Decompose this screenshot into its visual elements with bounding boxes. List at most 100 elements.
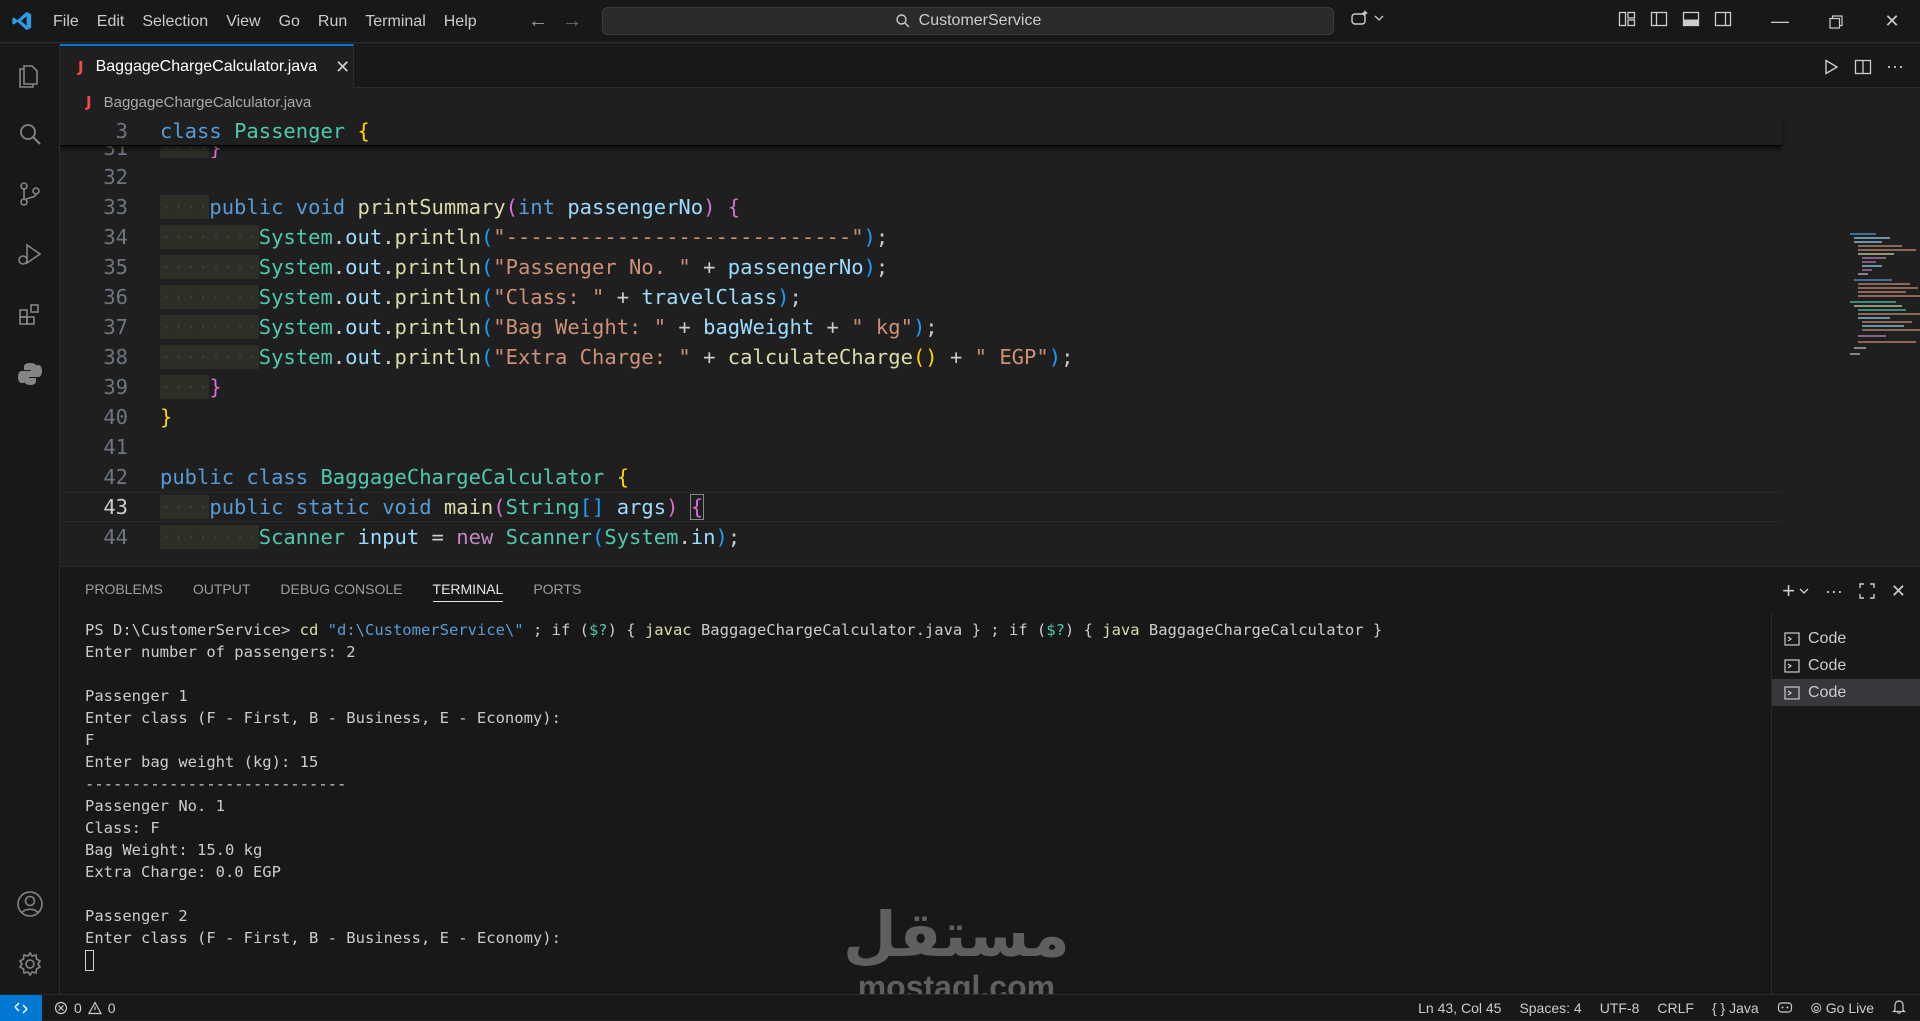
panel-actions: + ··· ✕	[1782, 578, 1906, 604]
terminal-line: Extra Charge: 0.0 EGP	[85, 863, 281, 881]
terminal-icon	[1784, 658, 1800, 673]
code-line-37[interactable]: 37 ········System.out.println("Bag Weigh…	[60, 312, 1782, 342]
navigation-arrows: ← →	[528, 0, 582, 43]
maximize-panel-icon[interactable]	[1859, 583, 1875, 599]
toggle-secondary-sidebar-icon[interactable]	[1714, 10, 1732, 28]
menu-bar: File Edit Selection View Go Run Terminal…	[44, 0, 486, 43]
close-panel-icon[interactable]: ✕	[1891, 581, 1906, 602]
go-live-button[interactable]: ⦾ Go Live	[1811, 1000, 1874, 1017]
line-number: 35	[103, 255, 128, 279]
workspace-name: CustomerService	[918, 12, 1042, 29]
accounts-icon[interactable]	[0, 874, 60, 934]
code-line-44[interactable]: 44 ········Scanner input = new Scanner(S…	[60, 522, 1782, 552]
run-java-icon[interactable]	[1822, 58, 1840, 76]
explorer-icon[interactable]	[0, 44, 60, 104]
close-icon[interactable]: ✕	[335, 57, 350, 78]
editor-tabs: J BaggageChargeCalculator.java ✕ ···	[60, 44, 1920, 88]
error-icon	[54, 1001, 68, 1014]
toggle-panel-icon[interactable]	[1682, 10, 1700, 28]
extensions-icon[interactable]	[0, 284, 60, 344]
tab-terminal[interactable]: TERMINAL	[432, 576, 504, 602]
source-control-icon[interactable]	[0, 164, 60, 224]
code-line-36[interactable]: 36 ········System.out.println("Class: " …	[60, 282, 1782, 312]
code-line-38[interactable]: 38 ········System.out.println("Extra Cha…	[60, 342, 1782, 372]
minimize-icon[interactable]: —	[1752, 0, 1808, 43]
run-and-debug-icon[interactable]	[0, 224, 60, 284]
code-line-35[interactable]: 35 ········System.out.println("Passenger…	[60, 252, 1782, 282]
layout-controls	[1618, 10, 1732, 28]
customize-layout-icon[interactable]	[1618, 10, 1636, 28]
breadcrumb: J BaggageChargeCalculator.java	[60, 88, 1920, 116]
code-line-41[interactable]: 41	[60, 432, 1782, 462]
python-icon[interactable]	[0, 344, 60, 404]
restore-icon[interactable]	[1808, 0, 1864, 43]
search-icon	[895, 14, 910, 28]
warning-count: 0	[107, 999, 116, 1016]
menu-selection[interactable]: Selection	[133, 0, 217, 43]
terminal-line: Bag Weight: 15.0 kg	[85, 841, 263, 859]
terminal-line: Enter number of passengers: 2	[85, 643, 356, 661]
tab-ports[interactable]: PORTS	[533, 581, 581, 597]
breadcrumb-file[interactable]: BaggageChargeCalculator.java	[104, 94, 312, 111]
back-arrow-icon[interactable]: ←	[528, 10, 548, 33]
line-number: 38	[103, 345, 128, 369]
sticky-scroll-line[interactable]: 3 class Passenger {	[60, 116, 1782, 146]
copilot-status-icon[interactable]	[1777, 1000, 1793, 1017]
command-center-search[interactable]: CustomerService	[602, 7, 1334, 35]
code-line-39[interactable]: 39 ····}	[60, 372, 1782, 402]
terminal-instance-2[interactable]: Code	[1772, 652, 1920, 679]
settings-gear-icon[interactable]	[0, 934, 60, 994]
terminal-instance-1[interactable]: Code	[1772, 625, 1920, 652]
chevron-down-icon[interactable]	[1799, 586, 1809, 596]
notifications-bell-icon[interactable]	[1892, 999, 1906, 1017]
code-line-32[interactable]: 32	[60, 162, 1782, 192]
split-editor-icon[interactable]	[1854, 58, 1872, 76]
terminal-instance-list: Code Code Code	[1771, 613, 1920, 995]
forward-arrow-icon[interactable]: →	[562, 10, 582, 33]
terminal-instance-3[interactable]: Code	[1772, 679, 1920, 706]
line-number: 43	[103, 495, 128, 519]
java-file-icon: J	[78, 58, 84, 76]
terminal-line: F	[85, 731, 95, 749]
code-line-34[interactable]: 34 ········System.out.println("---------…	[60, 222, 1782, 252]
close-window-icon[interactable]: ✕	[1864, 0, 1920, 43]
broadcast-icon: ⦾	[1810, 999, 1822, 1016]
end-of-line[interactable]: CRLF	[1657, 1000, 1694, 1016]
copilot-button[interactable]	[1350, 9, 1384, 27]
tab-problems[interactable]: PROBLEMS	[85, 581, 163, 597]
remote-indicator-icon[interactable]	[0, 994, 42, 1021]
toggle-primary-sidebar-icon[interactable]	[1650, 10, 1668, 28]
search-view-icon[interactable]	[0, 104, 60, 164]
language-mode[interactable]: { } Java	[1712, 1000, 1759, 1016]
menu-help[interactable]: Help	[435, 0, 486, 43]
menu-go[interactable]: Go	[270, 0, 309, 43]
copilot-sparkle-icon	[1351, 10, 1368, 25]
code-line-33[interactable]: 33 ····public void printSummary(int pass…	[60, 192, 1782, 222]
more-actions-icon[interactable]: ···	[1825, 581, 1843, 602]
menu-file[interactable]: File	[44, 0, 88, 43]
minimap[interactable]	[1846, 230, 1920, 360]
menu-edit[interactable]: Edit	[88, 0, 134, 43]
menu-run[interactable]: Run	[309, 0, 356, 43]
terminal-line: Enter bag weight (kg): 15	[85, 753, 319, 771]
cursor-position[interactable]: Ln 43, Col 45	[1418, 1000, 1501, 1016]
menu-terminal[interactable]: Terminal	[356, 0, 434, 43]
problems-summary[interactable]: 0 0	[54, 1000, 116, 1016]
code-line-43[interactable]: 43 ····public static void main(String[] …	[60, 492, 1782, 522]
code-line-42[interactable]: 42 public class BaggageChargeCalculator …	[60, 462, 1782, 492]
code-editor[interactable]: 3 class Passenger { 31 ····} 32 33 ····p…	[60, 116, 1920, 560]
more-actions-icon[interactable]: ···	[1886, 56, 1904, 77]
menu-view[interactable]: View	[217, 0, 269, 43]
watermark: مستقل mostaql.com	[843, 900, 1070, 1005]
encoding[interactable]: UTF-8	[1600, 1000, 1640, 1016]
vscode-logo-icon	[0, 0, 44, 43]
line-number: 34	[103, 225, 128, 249]
tab-debug-console[interactable]: DEBUG CONSOLE	[280, 581, 402, 597]
tab-output[interactable]: OUTPUT	[193, 581, 251, 597]
code-line-40[interactable]: 40 }	[60, 402, 1782, 432]
indentation[interactable]: Spaces: 4	[1519, 1000, 1581, 1016]
new-terminal-icon[interactable]: +	[1782, 578, 1795, 604]
terminal-icon	[1784, 631, 1800, 646]
tab-baggage-charge-calculator[interactable]: J BaggageChargeCalculator.java ✕	[60, 44, 354, 88]
